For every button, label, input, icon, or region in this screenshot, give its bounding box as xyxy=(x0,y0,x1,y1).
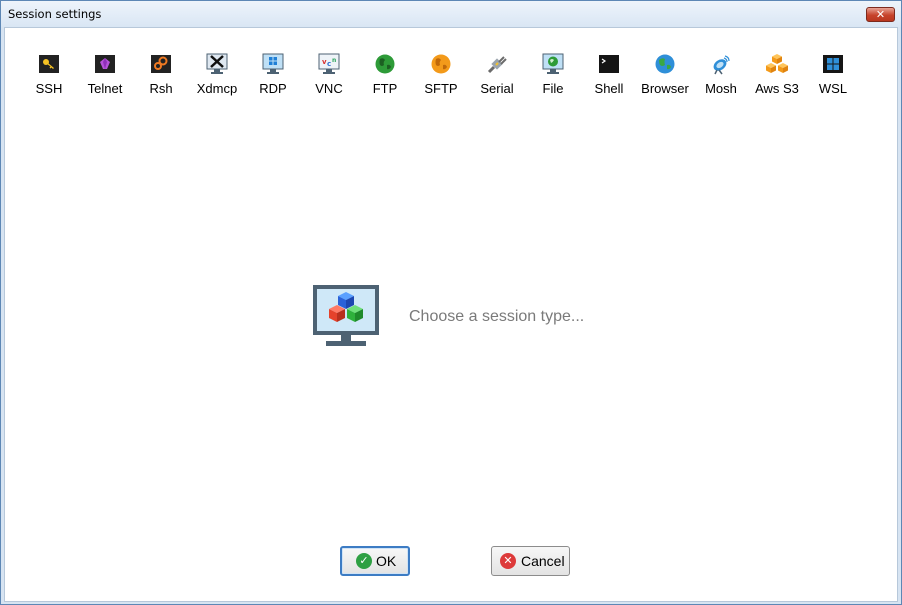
close-button[interactable]: ✕ xyxy=(866,7,895,22)
cancel-button[interactable]: ✕ Cancel xyxy=(491,546,570,576)
session-type-rsh[interactable]: Rsh xyxy=(133,50,189,102)
shell-terminal-icon xyxy=(599,55,619,73)
checkmark-icon: ✓ xyxy=(356,553,372,569)
ftp-globe-icon xyxy=(375,54,395,74)
session-type-label: Mosh xyxy=(705,81,737,96)
ssh-key-icon xyxy=(39,55,59,73)
svg-text:n: n xyxy=(332,57,336,64)
session-type-label: VNC xyxy=(315,81,343,96)
session-type-label: SSH xyxy=(35,81,63,96)
session-type-label: RDP xyxy=(259,81,287,96)
session-type-aws-s3[interactable]: Aws S3 xyxy=(749,50,805,102)
session-type-file[interactable]: File xyxy=(525,50,581,102)
session-type-label: SFTP xyxy=(424,81,458,96)
session-type-label: Browser xyxy=(641,81,689,96)
session-type-label: Aws S3 xyxy=(755,81,799,96)
window-title: Session settings xyxy=(8,7,102,21)
session-type-shell[interactable]: Shell xyxy=(581,50,637,102)
session-type-telnet[interactable]: Telnet xyxy=(77,50,133,102)
svg-text:c: c xyxy=(327,60,331,68)
session-type-browser[interactable]: Browser xyxy=(637,50,693,102)
close-icon: ✕ xyxy=(875,8,886,21)
session-type-label: FTP xyxy=(372,81,398,96)
session-type-label: Serial xyxy=(480,81,514,96)
serial-plug-icon xyxy=(487,56,507,74)
choose-session-prompt: Choose a session type... xyxy=(409,308,585,325)
telnet-gem-icon xyxy=(95,55,115,73)
session-type-label: WSL xyxy=(818,81,848,96)
file-monitor-icon xyxy=(542,53,564,74)
session-type-wsl[interactable]: WSL xyxy=(805,50,861,102)
session-type-serial[interactable]: Serial xyxy=(469,50,525,102)
session-type-vnc[interactable]: v c n VNC xyxy=(301,50,357,102)
title-bar[interactable]: Session settings ✕ xyxy=(1,1,901,27)
session-settings-dialog: Session settings ✕ SSH Telnet Rsh Xdmcp … xyxy=(0,0,902,605)
cancel-x-icon: ✕ xyxy=(500,553,516,569)
session-type-rdp[interactable]: RDP xyxy=(245,50,301,102)
rsh-gears-icon xyxy=(151,55,171,73)
session-type-label: Telnet xyxy=(87,81,123,96)
ok-button-label: OK xyxy=(376,553,397,569)
sftp-globe-icon xyxy=(431,54,451,74)
wsl-windows-icon xyxy=(823,55,843,73)
xdmcp-x-icon xyxy=(206,53,228,74)
browser-globe-icon xyxy=(655,54,675,74)
session-type-ssh[interactable]: SSH xyxy=(21,50,77,102)
session-type-toolbar: SSH Telnet Rsh Xdmcp RDP v c n VNC FTP S… xyxy=(5,50,885,105)
vnc-monitor-icon: v c n xyxy=(318,53,340,74)
cancel-button-label: Cancel xyxy=(521,553,565,569)
session-type-xdmcp[interactable]: Xdmcp xyxy=(189,50,245,102)
session-type-ftp[interactable]: FTP xyxy=(357,50,413,102)
aws-s3-boxes-icon xyxy=(766,54,788,73)
session-type-label: Xdmcp xyxy=(196,81,238,96)
session-type-label: File xyxy=(542,81,564,96)
session-type-sftp[interactable]: SFTP xyxy=(413,50,469,102)
mosh-satellite-icon xyxy=(713,55,730,75)
dialog-body: SSH Telnet Rsh Xdmcp RDP v c n VNC FTP S… xyxy=(4,27,898,602)
session-type-mosh[interactable]: Mosh xyxy=(693,50,749,102)
ok-button[interactable]: ✓ OK xyxy=(340,546,410,576)
session-type-label: Shell xyxy=(594,81,624,96)
session-types-monitor-icon xyxy=(313,285,379,346)
rdp-monitor-icon xyxy=(262,53,284,74)
session-type-label: Rsh xyxy=(149,81,173,96)
